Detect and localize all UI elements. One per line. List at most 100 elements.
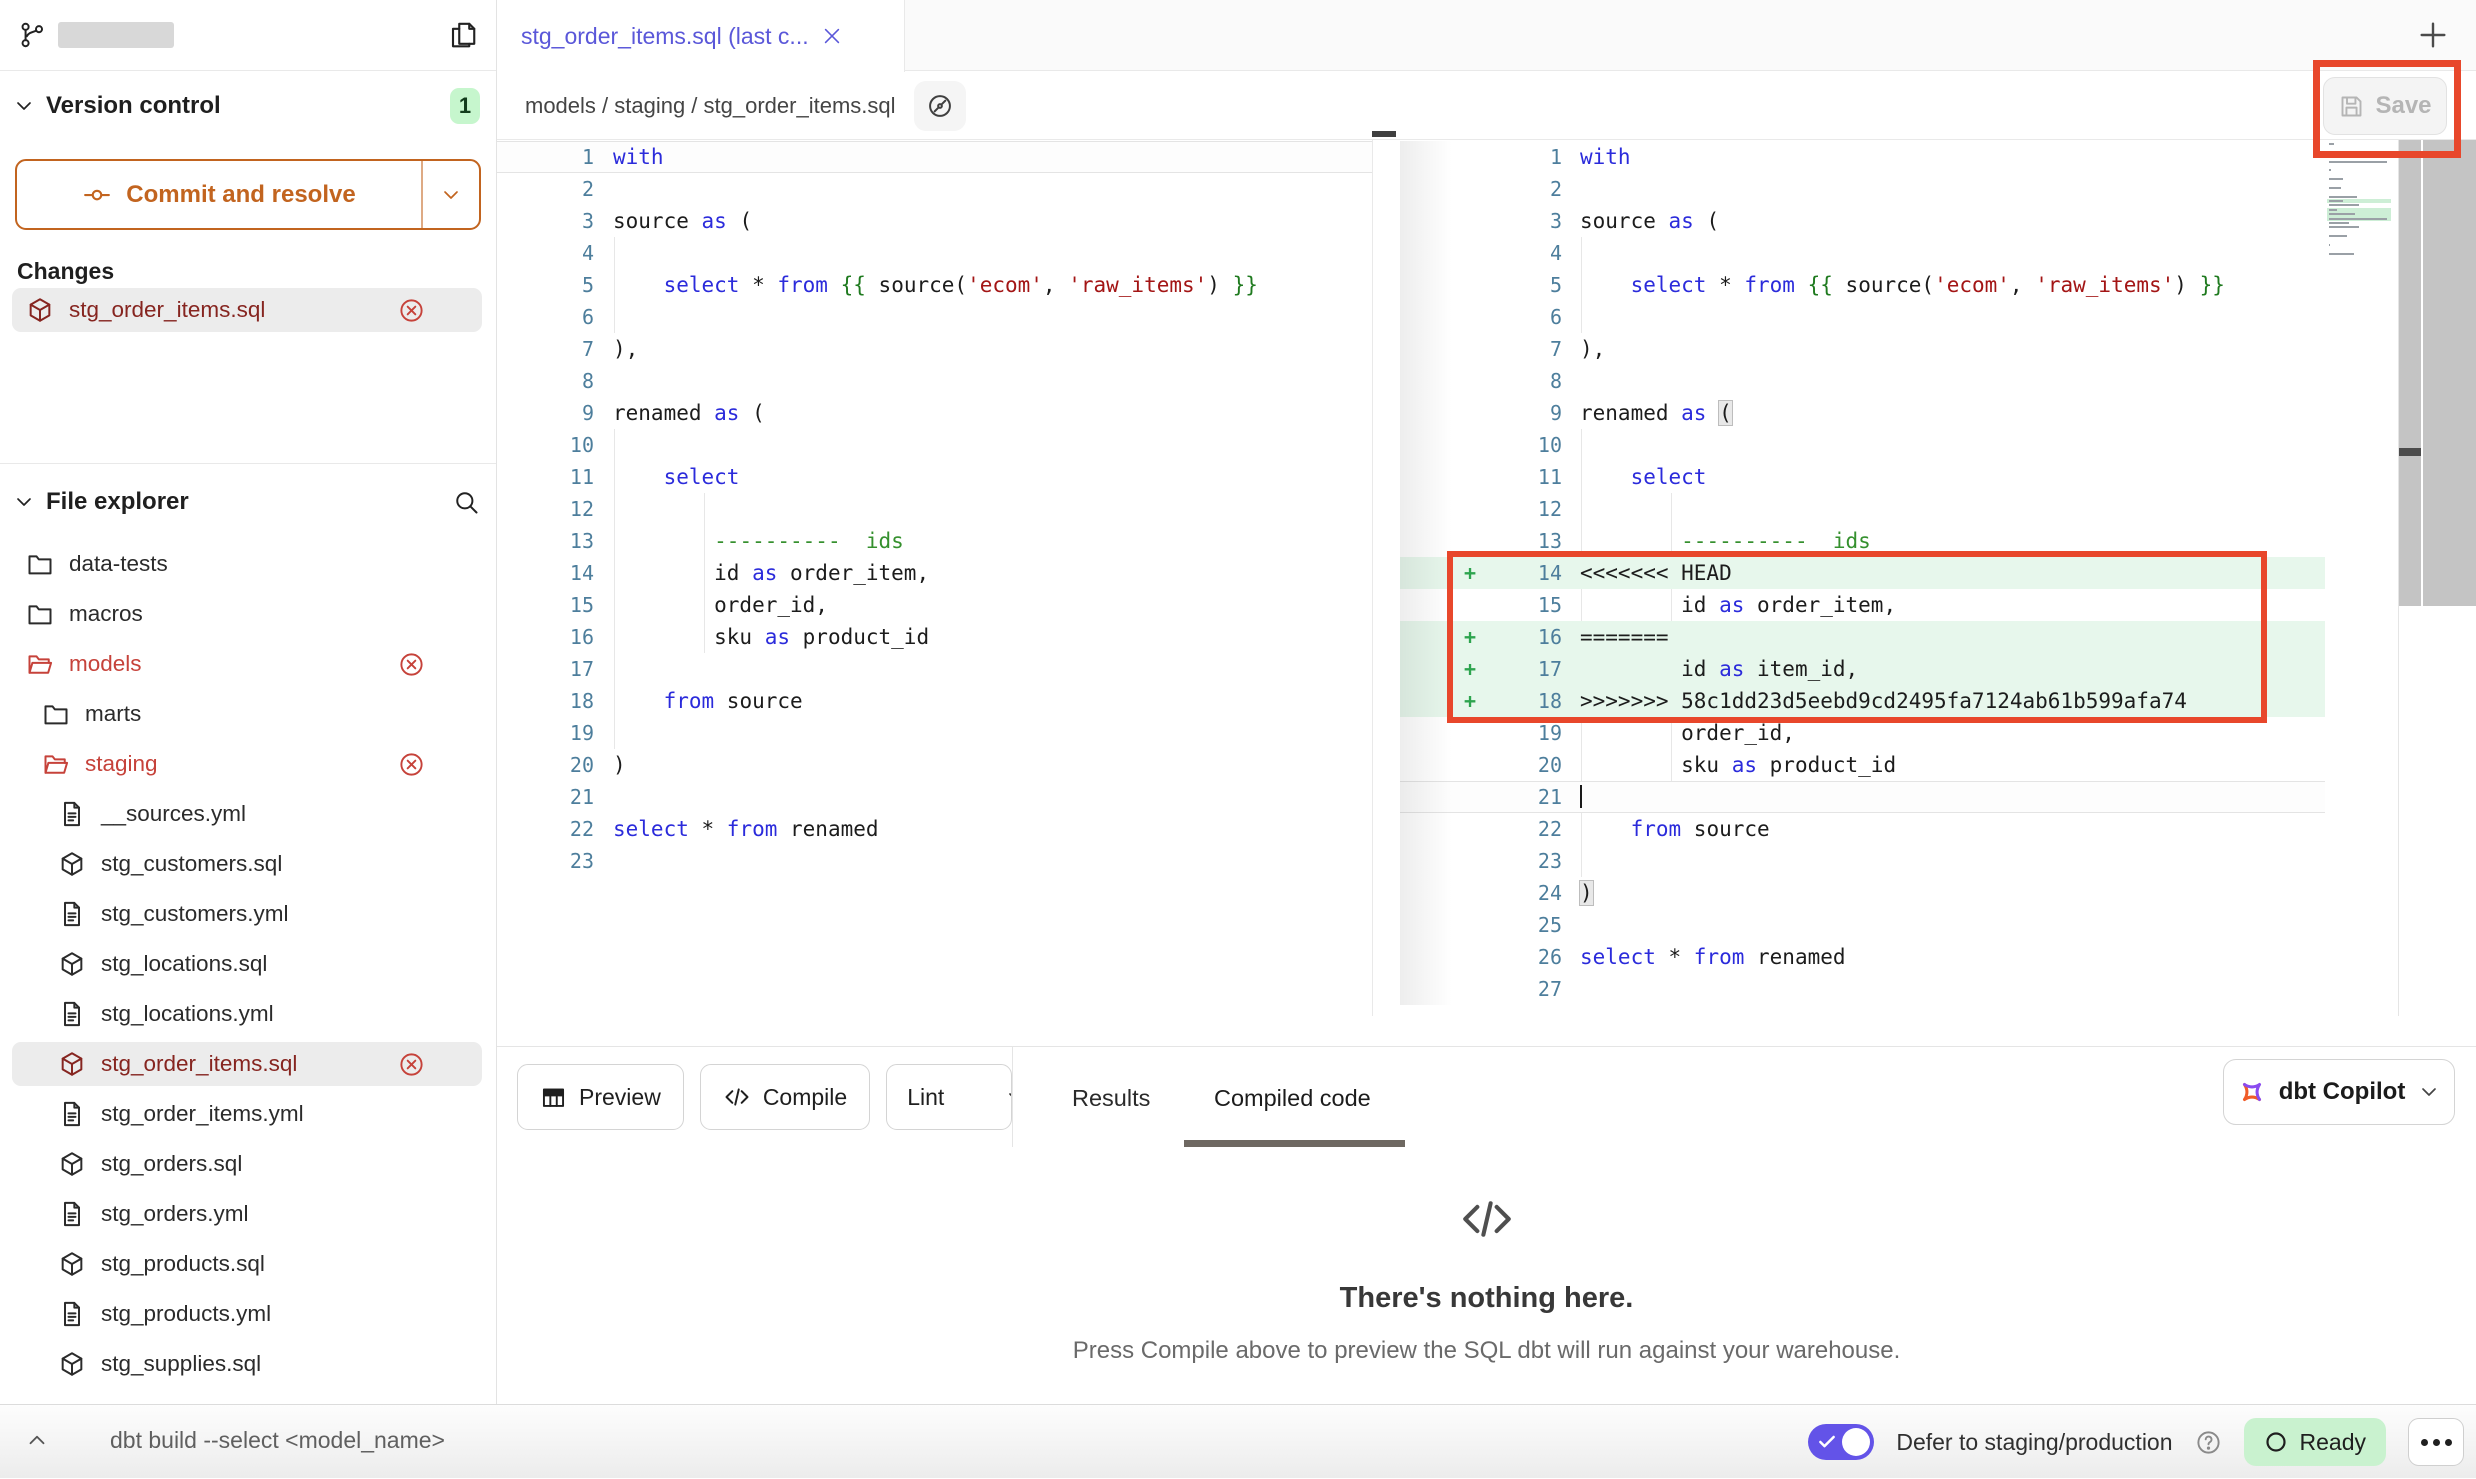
revert-file-icon[interactable] bbox=[398, 651, 425, 678]
tab-compiled-code[interactable]: Compiled code bbox=[1214, 1085, 1371, 1112]
code-line[interactable]: 17 bbox=[497, 653, 1372, 685]
new-tab-button[interactable] bbox=[2416, 18, 2450, 52]
editor-pane-right[interactable]: 1with23source as (45 select * from {{ so… bbox=[1400, 141, 2325, 1005]
code-line[interactable]: 10 bbox=[1400, 429, 2325, 461]
close-icon[interactable] bbox=[821, 25, 843, 47]
left-editor-scrollbar-thumb[interactable] bbox=[1372, 131, 1396, 137]
file-tree-item-stg-locations-yml[interactable]: stg_locations.yml bbox=[12, 992, 482, 1036]
commit-and-resolve-button[interactable]: Commit and resolve bbox=[15, 159, 481, 230]
code-line[interactable]: 22 from source bbox=[1400, 813, 2325, 845]
lint-dropdown[interactable] bbox=[988, 1065, 1012, 1129]
file-tree-item-models[interactable]: models bbox=[12, 642, 482, 686]
lint-button[interactable]: Lint bbox=[886, 1064, 1012, 1130]
editor-scrollbar-thumb[interactable] bbox=[2399, 448, 2421, 456]
file-tree-item-stg-customers-yml[interactable]: stg_customers.yml bbox=[12, 892, 482, 936]
file-tree-item-macros[interactable]: macros bbox=[12, 592, 482, 636]
dbt-copilot-button[interactable]: dbt Copilot bbox=[2223, 1059, 2455, 1125]
editor-pane-left[interactable]: 1with23source as (45 select * from {{ so… bbox=[497, 141, 1372, 877]
code-line[interactable]: 9renamed as ( bbox=[497, 397, 1372, 429]
code-line[interactable]: +17 id as item_id, bbox=[1400, 653, 2325, 685]
file-tree-item-stg-supplies-sql[interactable]: stg_supplies.sql bbox=[12, 1342, 482, 1386]
code-line[interactable]: 16 sku as product_id bbox=[497, 621, 1372, 653]
code-line[interactable]: 3source as ( bbox=[1400, 205, 2325, 237]
code-line[interactable]: 24) bbox=[1400, 877, 2325, 909]
revert-file-icon[interactable] bbox=[398, 751, 425, 778]
code-line[interactable]: 11 select bbox=[497, 461, 1372, 493]
file-tree-item-staging[interactable]: staging bbox=[12, 742, 482, 786]
help-icon[interactable] bbox=[2195, 1429, 2222, 1456]
code-line[interactable]: 14 id as order_item, bbox=[497, 557, 1372, 589]
file-tree-item-stg-order-items-yml[interactable]: stg_order_items.yml bbox=[12, 1092, 482, 1136]
code-line[interactable]: 13 ---------- ids bbox=[497, 525, 1372, 557]
code-line[interactable]: +16======= bbox=[1400, 621, 2325, 653]
version-control-header[interactable]: Version control 1 bbox=[12, 84, 480, 128]
window-scrollbar-track[interactable] bbox=[2423, 140, 2476, 606]
code-line[interactable]: 26select * from renamed bbox=[1400, 941, 2325, 973]
tab-results[interactable]: Results bbox=[1072, 1085, 1150, 1112]
commit-options-dropdown[interactable] bbox=[423, 161, 479, 228]
code-line[interactable]: 7), bbox=[497, 333, 1372, 365]
code-line[interactable]: 5 select * from {{ source('ecom', 'raw_i… bbox=[497, 269, 1372, 301]
code-line[interactable]: 20 sku as product_id bbox=[1400, 749, 2325, 781]
revert-file-icon[interactable] bbox=[398, 297, 425, 324]
code-line[interactable]: 6 bbox=[1400, 301, 2325, 333]
code-line[interactable]: 23 bbox=[1400, 845, 2325, 877]
editor-scrollbar-track[interactable] bbox=[2399, 140, 2421, 606]
code-line[interactable]: 4 bbox=[1400, 237, 2325, 269]
code-line[interactable]: 21 bbox=[1400, 781, 2325, 813]
file-explorer-header[interactable]: File explorer bbox=[12, 480, 480, 524]
defer-toggle[interactable] bbox=[1808, 1424, 1874, 1460]
code-line[interactable]: 1with bbox=[497, 141, 1372, 173]
code-line[interactable]: 8 bbox=[497, 365, 1372, 397]
file-tree-item-stg-order-items-sql[interactable]: stg_order_items.sql bbox=[12, 1042, 482, 1086]
command-input[interactable]: dbt build --select <model_name> bbox=[110, 1427, 445, 1454]
minimap[interactable] bbox=[2327, 142, 2391, 261]
code-line[interactable]: 6 bbox=[497, 301, 1372, 333]
code-line[interactable]: 7), bbox=[1400, 333, 2325, 365]
file-tree-item-stg-orders-yml[interactable]: stg_orders.yml bbox=[12, 1192, 482, 1236]
code-line[interactable]: 12 bbox=[497, 493, 1372, 525]
code-line[interactable]: 15 order_id, bbox=[497, 589, 1372, 621]
code-line[interactable]: 8 bbox=[1400, 365, 2325, 397]
lineage-icon[interactable] bbox=[914, 81, 966, 131]
file-tree-item--sources-yml[interactable]: __sources.yml bbox=[12, 792, 482, 836]
code-line[interactable]: 19 order_id, bbox=[1400, 717, 2325, 749]
more-options-button[interactable] bbox=[2408, 1418, 2464, 1466]
code-line[interactable]: 13 ---------- ids bbox=[1400, 525, 2325, 557]
copy-icon[interactable] bbox=[448, 20, 478, 50]
code-line[interactable]: 25 bbox=[1400, 909, 2325, 941]
file-tree-item-stg-orders-sql[interactable]: stg_orders.sql bbox=[12, 1142, 482, 1186]
code-line[interactable]: 22select * from renamed bbox=[497, 813, 1372, 845]
code-line[interactable]: 12 bbox=[1400, 493, 2325, 525]
code-line[interactable]: 19 bbox=[497, 717, 1372, 749]
chevron-up-icon[interactable] bbox=[24, 1427, 50, 1453]
code-line[interactable]: 27 bbox=[1400, 973, 2325, 1005]
code-line[interactable]: 1with bbox=[1400, 141, 2325, 173]
file-tree-item-stg-locations-sql[interactable]: stg_locations.sql bbox=[12, 942, 482, 986]
code-line[interactable]: 15 id as order_item, bbox=[1400, 589, 2325, 621]
file-tree-item-marts[interactable]: marts bbox=[12, 692, 482, 736]
preview-button[interactable]: Preview bbox=[517, 1064, 684, 1130]
code-line[interactable]: 3source as ( bbox=[497, 205, 1372, 237]
code-line[interactable]: 23 bbox=[497, 845, 1372, 877]
code-line[interactable]: 21 bbox=[497, 781, 1372, 813]
code-line[interactable]: 4 bbox=[497, 237, 1372, 269]
code-line[interactable]: 5 select * from {{ source('ecom', 'raw_i… bbox=[1400, 269, 2325, 301]
code-line[interactable]: +18>>>>>>> 58c1dd23d5eebd9cd2495fa7124ab… bbox=[1400, 685, 2325, 717]
code-line[interactable]: 10 bbox=[497, 429, 1372, 461]
code-line[interactable]: 18 from source bbox=[497, 685, 1372, 717]
search-icon[interactable] bbox=[452, 488, 480, 516]
file-tree-item-stg-customers-sql[interactable]: stg_customers.sql bbox=[12, 842, 482, 886]
changed-file-row[interactable]: stg_order_items.sql bbox=[12, 288, 482, 332]
code-line[interactable]: 2 bbox=[497, 173, 1372, 205]
compile-button[interactable]: Compile bbox=[700, 1064, 870, 1130]
save-button[interactable]: Save bbox=[2323, 77, 2447, 135]
revert-file-icon[interactable] bbox=[398, 1051, 425, 1078]
code-line[interactable]: 2 bbox=[1400, 173, 2325, 205]
code-line[interactable]: 9renamed as ( bbox=[1400, 397, 2325, 429]
code-line[interactable]: +14<<<<<<< HEAD bbox=[1400, 557, 2325, 589]
code-line[interactable]: 11 select bbox=[1400, 461, 2325, 493]
file-tree-item-stg-products-yml[interactable]: stg_products.yml bbox=[12, 1292, 482, 1336]
tab-stg-order-items[interactable]: stg_order_items.sql (last c... bbox=[497, 0, 905, 72]
code-line[interactable]: 20) bbox=[497, 749, 1372, 781]
